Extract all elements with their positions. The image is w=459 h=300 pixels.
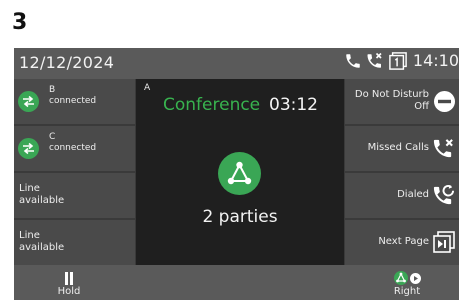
conference-title: Conference [163, 95, 261, 115]
figure-number: 3 [12, 10, 28, 35]
phone-screen: 12/12/2024 14:10 B connected C connected… [14, 48, 459, 300]
next-page-key[interactable]: Next Page [345, 220, 459, 265]
right-softkey[interactable]: Right [362, 265, 452, 300]
line-key-available-2[interactable]: Line available [14, 220, 135, 265]
status-bar: 12/12/2024 14:10 [14, 48, 459, 79]
status-icons: 14:10 [344, 51, 459, 70]
line-keys-right: Do Not Disturb Off Missed Calls Dialed N… [345, 79, 459, 265]
position-label: A [144, 83, 151, 93]
status-time: 14:10 [412, 51, 459, 70]
missed-calls-label: Missed Calls [367, 142, 429, 153]
line-key-label: Line [19, 183, 40, 194]
softkey-bar: Hold Right [14, 265, 459, 300]
pause-icon [24, 271, 114, 285]
dialed-key[interactable]: Dialed [345, 173, 459, 218]
dialed-label: Dialed [397, 189, 429, 200]
dnd-label: Do Not Disturb [354, 89, 429, 100]
conference-right-icon [362, 271, 452, 285]
dnd-state: Off [414, 101, 429, 112]
conference-member-icon [18, 138, 39, 159]
line-key-name: C [49, 132, 56, 142]
missed-call-icon [365, 52, 385, 70]
line-keys-left: B connected C connected Line available L… [14, 79, 135, 265]
status-date: 12/12/2024 [19, 53, 115, 72]
line-key-b[interactable]: B connected [14, 79, 135, 124]
line-key-c[interactable]: C connected [14, 126, 135, 171]
missed-calls-key[interactable]: Missed Calls [345, 126, 459, 171]
conference-panel: A Conference 03:12 2 parties [136, 79, 344, 265]
conference-icon [218, 152, 261, 195]
line-key-status: connected [49, 143, 97, 153]
next-page-label: Next Page [378, 236, 429, 247]
line-key-status: available [19, 195, 65, 206]
party-count: 2 parties [202, 207, 278, 227]
do-not-disturb-key[interactable]: Do Not Disturb Off [345, 79, 459, 124]
do-not-disturb-icon [433, 90, 456, 117]
handset-icon [344, 52, 362, 70]
line-key-status: available [19, 242, 65, 253]
hold-label: Hold [57, 286, 81, 297]
next-page-icon [432, 231, 456, 257]
dialed-icon [431, 184, 456, 211]
missed-calls-icon [431, 137, 456, 164]
line-key-name: B [49, 85, 56, 95]
line-key-status: connected [49, 96, 97, 106]
voicemail-icon [388, 51, 408, 70]
hold-softkey[interactable]: Hold [24, 265, 114, 300]
line-key-available-1[interactable]: Line available [14, 173, 135, 218]
conference-member-icon [18, 91, 39, 112]
line-key-label: Line [19, 230, 40, 241]
call-timer: 03:12 [269, 95, 318, 115]
right-label: Right [393, 286, 421, 297]
